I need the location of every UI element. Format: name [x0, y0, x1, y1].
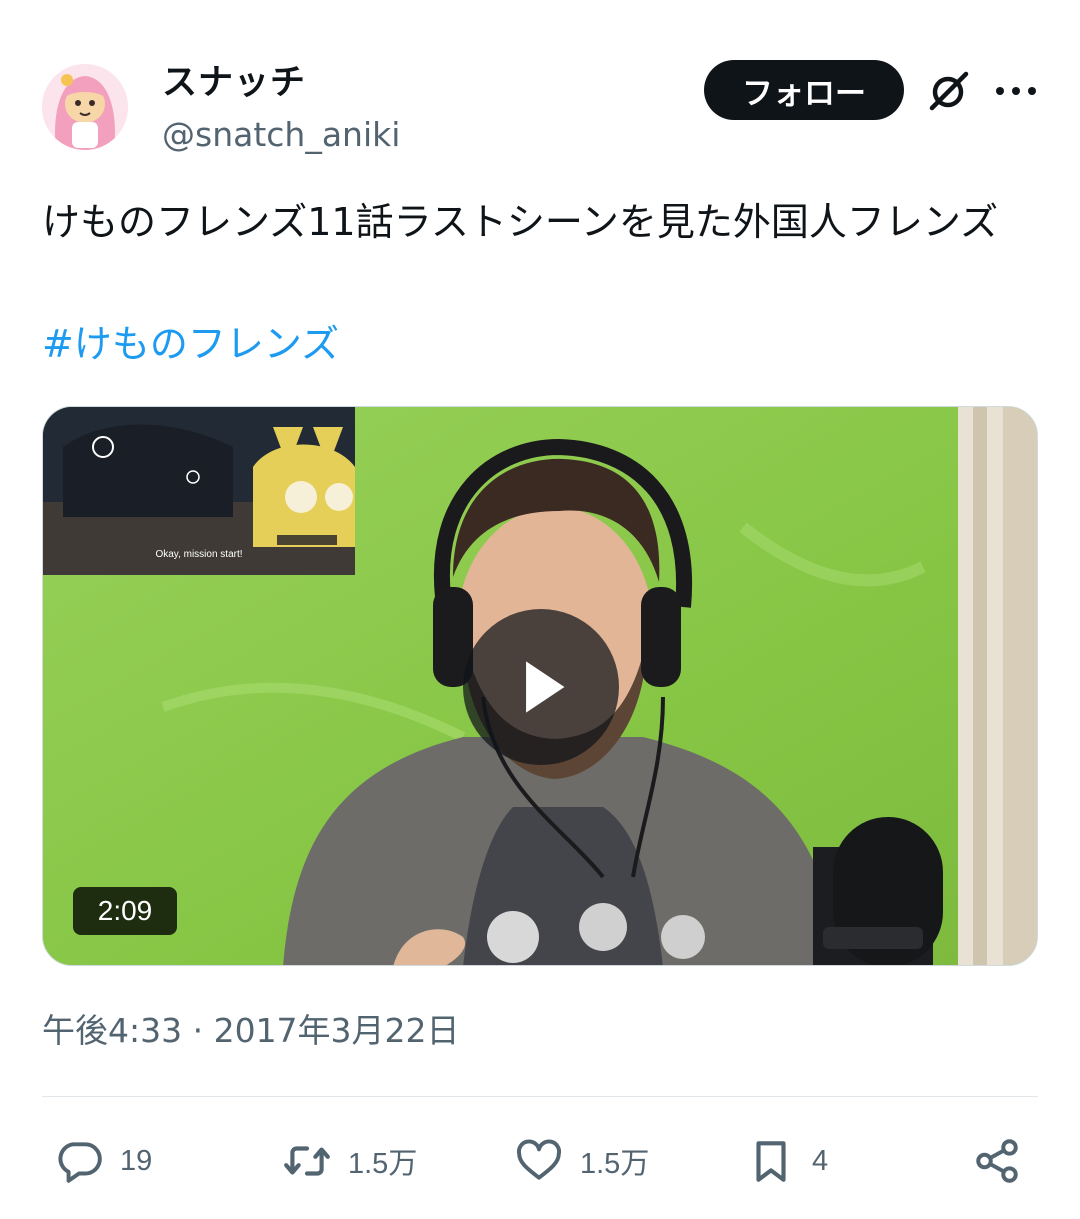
- tweet-header: スナッチ @snatch_aniki フォロー: [42, 58, 1038, 168]
- like-count: 1.5万: [580, 1148, 650, 1180]
- avatar[interactable]: [42, 64, 128, 150]
- reply-button[interactable]: 19: [54, 1126, 152, 1196]
- divider: [42, 1096, 1038, 1097]
- play-button[interactable]: [463, 609, 619, 765]
- author-names[interactable]: スナッチ @snatch_aniki: [162, 58, 400, 158]
- more-options-icon[interactable]: [996, 78, 1036, 104]
- retweet-icon: [284, 1146, 330, 1176]
- video-player[interactable]: Okay, mission start! 2:09: [42, 406, 1038, 966]
- action-bar: 19 1.5万 1.5万 4: [42, 1126, 1038, 1196]
- grok-icon[interactable]: [926, 70, 970, 114]
- inset-anime-clip: Okay, mission start!: [43, 407, 355, 575]
- bookmark-count: 4: [812, 1144, 829, 1177]
- bookmark-icon: [756, 1141, 786, 1182]
- reply-icon: [58, 1142, 102, 1183]
- play-icon: [526, 661, 565, 713]
- retweet-button[interactable]: 1.5万: [282, 1126, 417, 1196]
- tweet-timestamp[interactable]: 午後4:33 · 2017年3月22日: [42, 1006, 460, 1056]
- inset-subtitle: Okay, mission start!: [155, 549, 243, 560]
- video-duration: 2:09: [73, 887, 177, 935]
- reply-count: 19: [120, 1144, 153, 1177]
- share-icon: [976, 1139, 1018, 1183]
- user-handle[interactable]: @snatch_aniki: [162, 112, 400, 158]
- retweet-count: 1.5万: [348, 1148, 418, 1180]
- display-name[interactable]: スナッチ: [162, 58, 400, 108]
- share-button[interactable]: [972, 1126, 1022, 1196]
- heart-icon: [516, 1139, 562, 1180]
- tweet-text: けものフレンズ11話ラストシーンを見た外国人フレンズ: [42, 200, 999, 244]
- like-button[interactable]: 1.5万: [514, 1126, 649, 1196]
- bookmark-button[interactable]: 4: [746, 1126, 828, 1196]
- follow-button[interactable]: フォロー: [704, 60, 904, 120]
- hashtag-link[interactable]: #けものフレンズ: [42, 316, 339, 372]
